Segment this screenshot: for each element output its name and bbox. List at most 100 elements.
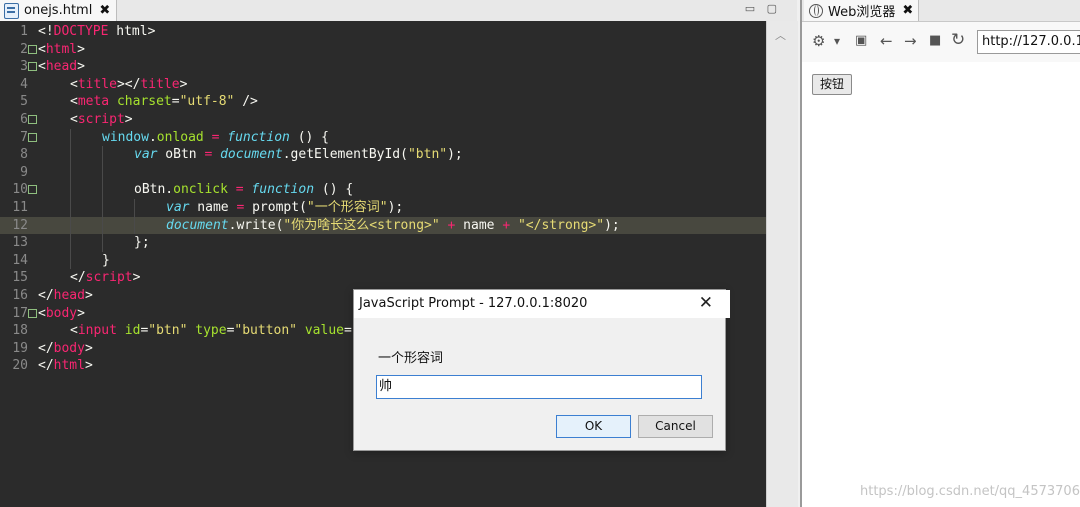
editor-tab-onejs[interactable]: onejs.html ✖ — [0, 0, 118, 21]
code-text: } — [102, 252, 110, 268]
line-number: 15 — [12, 270, 28, 286]
console-icon[interactable]: ▣ — [855, 33, 867, 48]
fold-icon[interactable] — [28, 308, 37, 318]
close-icon[interactable]: ✖ — [902, 3, 913, 18]
browser-pane: Web浏览器 ✖ ⚙ ▾ ▣ ← → ■ ↻ http://127.0.0.1:… — [800, 0, 1080, 507]
code-line[interactable]: 6 <script> — [0, 111, 766, 129]
line-number: 12 — [12, 217, 28, 233]
line-number: 19 — [12, 340, 28, 356]
scroll-up-icon[interactable]: ︿ — [775, 27, 786, 43]
window-controls[interactable]: ▭ ▢ — [745, 2, 781, 15]
code-line[interactable]: 4 <title></title> — [0, 76, 766, 94]
code-text: var name = prompt("一个形容词"); — [166, 200, 404, 215]
indent-guide — [102, 199, 103, 217]
code-text: <input id="btn" type="button" value= — [70, 323, 352, 339]
browser-tab-bar: Web浏览器 ✖ — [802, 0, 1080, 22]
fold-icon[interactable] — [28, 115, 37, 124]
code-line[interactable]: 2 <html> — [0, 41, 766, 59]
code-text: <script> — [70, 112, 133, 127]
line-number: 18 — [12, 323, 28, 339]
indent-guide — [70, 128, 71, 147]
indent-guide — [134, 199, 135, 217]
code-text: </head> — [38, 288, 93, 303]
code-text: </html> — [38, 358, 93, 374]
code-line[interactable]: 7 window.onload = function () { — [0, 128, 766, 147]
line-number: 2 — [20, 41, 28, 57]
code-text: <html> — [38, 41, 85, 57]
code-text: <title></title> — [70, 76, 188, 92]
dialog-message: 一个形容词 — [378, 351, 444, 366]
html-file-icon — [4, 2, 19, 19]
indent-guide — [70, 251, 71, 270]
line-number: 6 — [20, 112, 28, 127]
prompt-input[interactable]: 帅 — [376, 375, 702, 399]
line-number: 5 — [20, 94, 28, 110]
indent-guide — [70, 216, 71, 235]
indent-guide — [70, 163, 71, 182]
address-bar[interactable]: http://127.0.0.1: — [977, 30, 1080, 54]
gear-icon[interactable]: ⚙ — [812, 32, 825, 50]
code-line[interactable]: 11 var name = prompt("一个形容词"); — [0, 199, 766, 217]
editor-tab-label: onejs.html — [24, 3, 93, 18]
close-icon[interactable]: ✖ — [99, 3, 110, 18]
line-number: 17 — [12, 305, 28, 321]
fold-icon[interactable] — [28, 44, 37, 54]
ok-button[interactable]: OK — [556, 415, 631, 438]
code-text: <!DOCTYPE html> — [38, 24, 156, 39]
indent-guide — [102, 146, 103, 164]
back-icon[interactable]: ← — [880, 32, 893, 50]
editor-tab-bar: onejs.html ✖ ▭ ▢ — [0, 0, 797, 22]
code-line[interactable]: 5 <meta charset="utf-8" /> — [0, 93, 766, 111]
fold-icon[interactable] — [28, 132, 37, 142]
fold-icon[interactable] — [28, 62, 37, 72]
line-number: 14 — [12, 252, 28, 268]
prompt-dialog: JavaScript Prompt - 127.0.0.1:8020 ✕ 一个形… — [353, 289, 730, 451]
dialog-title: JavaScript Prompt - 127.0.0.1:8020 — [354, 290, 730, 318]
code-line[interactable]: 9 — [0, 163, 766, 182]
vertical-scrollbar[interactable]: ︿ — [766, 21, 798, 507]
indent-guide — [102, 216, 103, 235]
code-text: </script> — [70, 270, 141, 286]
code-line[interactable]: 12 document.write("你为啥长这么<strong>" + name… — [0, 216, 766, 235]
refresh-icon[interactable]: ↻ — [951, 30, 965, 50]
line-number: 16 — [12, 288, 28, 303]
indent-guide — [70, 234, 71, 252]
browser-tab-web[interactable]: Web浏览器 ✖ — [804, 0, 920, 21]
code-text: </body> — [38, 340, 93, 356]
code-line[interactable]: 15 </script> — [0, 269, 766, 287]
code-text: window.onload = function () { — [102, 129, 330, 145]
indent-guide — [102, 181, 103, 199]
cancel-button[interactable]: Cancel — [638, 415, 713, 438]
code-text: document.write("你为啥长这么<strong>" + name +… — [166, 217, 620, 233]
close-icon[interactable]: ✕ — [699, 293, 713, 313]
code-line[interactable]: 14} — [0, 251, 766, 270]
code-text: <meta charset="utf-8" /> — [70, 94, 258, 110]
forward-icon[interactable]: → — [904, 32, 917, 50]
line-number: 4 — [20, 76, 28, 92]
line-number: 3 — [20, 59, 28, 75]
fold-icon[interactable] — [28, 185, 37, 195]
stop-icon[interactable]: ■ — [929, 33, 941, 48]
line-number: 20 — [12, 358, 28, 374]
code-text: var oBtn = document.getElementById("btn"… — [134, 147, 463, 163]
indent-guide — [70, 146, 71, 164]
line-number: 1 — [20, 24, 28, 39]
watermark-text: https://blog.csdn.net/qq_45737068 — [860, 484, 1080, 499]
code-text: <body> — [38, 305, 85, 321]
code-line[interactable]: 10 oBtn.onclick = function () { — [0, 181, 766, 199]
code-line[interactable]: 13}; — [0, 234, 766, 252]
code-line[interactable]: 3 <head> — [0, 58, 766, 76]
code-line[interactable]: 1 <!DOCTYPE html> — [0, 23, 766, 41]
code-text: <head> — [38, 59, 85, 75]
dropdown-icon[interactable]: ▾ — [834, 34, 840, 48]
line-number: 10 — [12, 182, 28, 198]
line-number: 11 — [12, 200, 28, 215]
browser-toolbar: ⚙ ▾ ▣ ← → ■ ↻ http://127.0.0.1: — [802, 22, 1080, 62]
globe-icon — [809, 3, 823, 18]
indent-guide — [134, 216, 135, 235]
line-number: 7 — [20, 129, 28, 145]
page-button[interactable]: 按钮 — [812, 74, 853, 95]
code-line[interactable]: 8 var oBtn = document.getElementById("btn… — [0, 146, 766, 164]
indent-guide — [102, 163, 103, 182]
indent-guide — [70, 199, 71, 217]
